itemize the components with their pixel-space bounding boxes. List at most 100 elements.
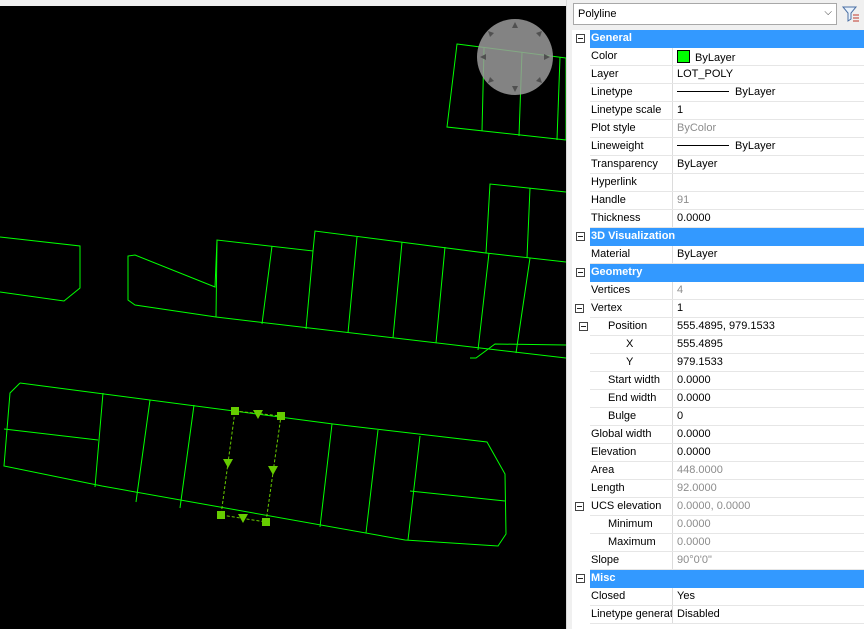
midpoint-grip[interactable] — [268, 466, 278, 475]
property-handle[interactable]: Handle 91 — [572, 192, 864, 210]
property-value[interactable]: ByLayer — [677, 248, 717, 260]
row-gutter — [572, 282, 590, 300]
property-start-width[interactable]: Start width 0.0000 — [572, 372, 864, 390]
midpoint-grip[interactable] — [238, 514, 248, 523]
object-type-select[interactable]: Polyline ⌵ — [573, 3, 837, 25]
property-value-text: ByLayer — [677, 158, 718, 170]
property-value: 92.0000 — [677, 482, 717, 494]
property-x[interactable]: X 555.4895 — [572, 336, 864, 354]
property-transparency[interactable]: Transparency ByLayer — [572, 156, 864, 174]
property-value[interactable]: Yes — [677, 590, 695, 602]
property-value[interactable]: ByLayer — [677, 158, 717, 170]
property-maximum[interactable]: Maximum 0.0000 — [572, 534, 864, 552]
property-thickness[interactable]: Thickness 0.0000 — [572, 210, 864, 228]
lot-divider — [556, 56, 561, 141]
property-plot-style[interactable]: Plot style ByColor — [572, 120, 864, 138]
property-value-text: LOT_POLY — [677, 68, 734, 80]
property-value[interactable]: LOT_POLY — [677, 68, 733, 80]
property-value[interactable]: 1 — [677, 104, 683, 116]
quick-select-filter-icon[interactable] — [840, 3, 862, 25]
property-ucs-elevation[interactable]: UCS elevation 0.0000, 0.0000 — [572, 498, 864, 516]
row-gutter — [572, 570, 590, 588]
vertex-grip[interactable] — [262, 518, 270, 526]
property-y[interactable]: Y 979.1533 — [572, 354, 864, 372]
midpoint-grip[interactable] — [223, 459, 233, 468]
property-global-width[interactable]: Global width 0.0000 — [572, 426, 864, 444]
drawing-canvas[interactable] — [0, 6, 566, 629]
navigation-wheel-icon[interactable] — [477, 19, 553, 95]
property-value-text: 0.0000 — [677, 428, 711, 440]
collapse-icon[interactable] — [576, 268, 585, 277]
property-value[interactable]: 0.0000 — [677, 446, 711, 458]
property-value[interactable]: ByLayer — [677, 50, 735, 64]
property-vertices[interactable]: Vertices 4 — [572, 282, 864, 300]
property-value[interactable]: 555.4895, 979.1533 — [677, 320, 775, 332]
property-value[interactable]: 0.0000 — [677, 428, 711, 440]
lot-left-small — [0, 236, 81, 302]
property-value[interactable]: ByLayer — [677, 140, 775, 152]
object-type-value: Polyline — [578, 8, 617, 20]
property-name: Minimum — [591, 516, 673, 533]
property-value[interactable]: 555.4895 — [677, 338, 723, 350]
property-color[interactable]: Color ByLayer — [572, 48, 864, 66]
property-slope[interactable]: Slope 90°0'0" — [572, 552, 864, 570]
property-name: X — [591, 336, 673, 353]
property-area[interactable]: Area 448.0000 — [572, 462, 864, 480]
property-position[interactable]: Position 555.4895, 979.1533 — [572, 318, 864, 336]
category-3d-visualization[interactable]: 3D Visualization — [572, 228, 864, 246]
property-value[interactable]: 979.1533 — [677, 356, 723, 368]
property-name: Handle — [591, 192, 673, 209]
property-layer[interactable]: Layer LOT_POLY — [572, 66, 864, 84]
property-material[interactable]: Material ByLayer — [572, 246, 864, 264]
collapse-icon[interactable] — [576, 574, 585, 583]
property-elevation[interactable]: Elevation 0.0000 — [572, 444, 864, 462]
row-gutter — [572, 48, 590, 66]
property-value-text: Yes — [677, 590, 695, 602]
property-value-text: 979.1533 — [677, 356, 723, 368]
property-name: Thickness — [591, 210, 673, 227]
property-value[interactable]: 1 — [677, 302, 683, 314]
category-misc[interactable]: Misc — [572, 570, 864, 588]
collapse-icon[interactable] — [575, 304, 584, 313]
vertex-grip[interactable] — [277, 412, 285, 420]
property-bulge[interactable]: Bulge 0 — [572, 408, 864, 426]
collapse-icon[interactable] — [576, 232, 585, 241]
lot-divider — [435, 246, 446, 344]
row-gutter — [572, 84, 590, 102]
property-lineweight[interactable]: Lineweight ByLayer — [572, 138, 864, 156]
collapse-icon[interactable] — [576, 34, 585, 43]
property-value-text: ByLayer — [735, 140, 776, 152]
property-value[interactable]: 0.0000 — [677, 374, 711, 386]
property-name: Vertex — [591, 300, 673, 317]
property-name: Vertices — [591, 282, 673, 299]
collapse-icon[interactable] — [575, 502, 584, 511]
drawing-svg[interactable] — [0, 6, 566, 629]
property-value[interactable]: ByLayer — [677, 86, 775, 98]
property-value-text: 0.0000 — [677, 392, 711, 404]
collapse-icon[interactable] — [579, 322, 588, 331]
property-vertex[interactable]: Vertex 1 — [572, 300, 864, 318]
property-value[interactable]: 0.0000 — [677, 392, 711, 404]
category-geometry[interactable]: Geometry — [572, 264, 864, 282]
vertex-grip[interactable] — [217, 511, 225, 519]
property-end-width[interactable]: End width 0.0000 — [572, 390, 864, 408]
lot-divider — [477, 252, 490, 351]
category-general[interactable]: General — [572, 30, 864, 48]
category-label: Misc — [591, 572, 616, 584]
lot-edge — [485, 252, 566, 263]
property-value[interactable]: 0.0000 — [677, 212, 711, 224]
property-linetype-generation[interactable]: Linetype generation Disabled — [572, 606, 864, 624]
property-value[interactable]: Disabled — [677, 608, 720, 620]
property-closed[interactable]: Closed Yes — [572, 588, 864, 606]
property-value[interactable]: 0 — [677, 410, 683, 422]
lot-polylines[interactable] — [0, 43, 566, 547]
chevron-down-icon: ⌵ — [824, 7, 832, 18]
property-hyperlink[interactable]: Hyperlink — [572, 174, 864, 192]
row-gutter — [572, 192, 590, 210]
row-gutter — [572, 30, 590, 48]
property-linetype-scale[interactable]: Linetype scale 1 — [572, 102, 864, 120]
property-minimum[interactable]: Minimum 0.0000 — [572, 516, 864, 534]
vertex-grip[interactable] — [231, 407, 239, 415]
property-length[interactable]: Length 92.0000 — [572, 480, 864, 498]
property-linetype[interactable]: Linetype ByLayer — [572, 84, 864, 102]
